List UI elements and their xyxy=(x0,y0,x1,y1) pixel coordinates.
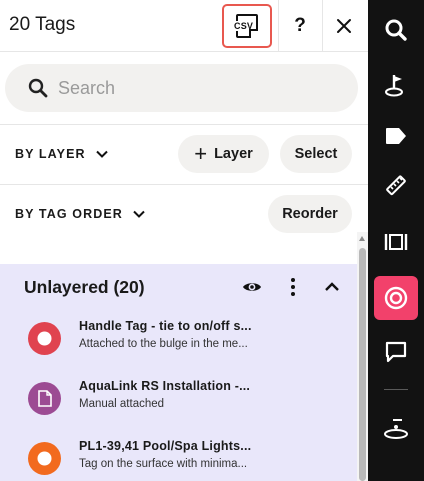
rail-add-tag-button[interactable] xyxy=(374,64,418,108)
by-layer-dropdown[interactable]: BY LAYER xyxy=(15,147,108,161)
csv-file-icon: CSV xyxy=(233,14,258,38)
dot-marker-icon xyxy=(28,442,61,475)
rail-search-button[interactable] xyxy=(374,8,418,52)
add-layer-label: Layer xyxy=(214,146,253,162)
close-button[interactable] xyxy=(322,0,366,52)
close-icon xyxy=(337,19,351,33)
document-icon xyxy=(28,382,61,415)
chevron-down-icon xyxy=(95,150,108,158)
tag-pin-icon xyxy=(385,75,403,97)
dot-marker-icon xyxy=(28,322,61,355)
reorder-button[interactable]: Reorder xyxy=(268,195,352,233)
ruler-icon xyxy=(386,175,406,196)
chevron-up-icon[interactable] xyxy=(322,278,342,296)
floor-level-icon xyxy=(384,419,408,439)
chevron-down-icon xyxy=(133,210,145,218)
by-layer-label: BY LAYER xyxy=(15,147,86,161)
rail-divider xyxy=(384,389,408,390)
rail-tags-button[interactable] xyxy=(374,114,418,158)
section-divider xyxy=(0,124,368,125)
rail-floors-button[interactable] xyxy=(374,406,418,450)
tag-subtitle: Manual attached xyxy=(79,398,165,410)
rail-comments-button[interactable] xyxy=(374,330,418,374)
eye-icon[interactable] xyxy=(242,280,262,294)
help-button[interactable]: ? xyxy=(278,0,322,52)
reorder-label: Reorder xyxy=(282,206,338,222)
export-csv-button[interactable]: CSV xyxy=(222,4,272,48)
panel-title: 20 Tags xyxy=(9,14,76,35)
tags-panel: 20 Tags CSV ? BY LAYER xyxy=(0,0,368,481)
help-icon: ? xyxy=(294,15,306,36)
comment-icon xyxy=(385,341,407,363)
tag-title: AquaLink RS Installation -... xyxy=(79,379,251,393)
section-divider xyxy=(0,184,368,185)
rail-measure-button[interactable] xyxy=(374,164,418,208)
layer-group-title: Unlayered (20) xyxy=(24,277,145,297)
layer-group-unlayered: Unlayered (20) Handle Tag - tie to on/of… xyxy=(0,264,357,481)
by-tag-order-dropdown[interactable]: BY TAG ORDER xyxy=(15,207,145,221)
add-layer-button[interactable]: + Layer xyxy=(178,135,269,173)
csv-icon-label: CSV xyxy=(233,21,255,31)
tag-list-item[interactable]: AquaLink RS Installation -... Manual att… xyxy=(0,379,357,439)
panel-header: 20 Tags CSV ? xyxy=(0,0,368,52)
scroll-up-arrow-icon[interactable] xyxy=(359,236,365,241)
rail-tags-active-button[interactable] xyxy=(374,276,418,320)
select-button[interactable]: Select xyxy=(280,135,352,173)
plus-icon: + xyxy=(194,141,208,166)
tag-title: Handle Tag - tie to on/off s... xyxy=(79,319,252,333)
search-icon xyxy=(385,19,407,41)
tag-list-item[interactable]: PL1-39,41 Pool/Spa Lights... Tag on the … xyxy=(0,439,357,481)
scan-frame-icon xyxy=(384,234,408,250)
tag-title: PL1-39,41 Pool/Spa Lights... xyxy=(79,439,252,453)
search-box[interactable] xyxy=(5,64,358,112)
tag-icon xyxy=(386,128,406,144)
tool-rail xyxy=(368,0,424,481)
scrollbar-thumb[interactable] xyxy=(359,248,366,481)
tag-subtitle: Tag on the surface with minima... xyxy=(79,458,248,470)
tag-subtitle: Attached to the bulge in the me... xyxy=(79,338,248,350)
search-icon xyxy=(27,77,49,99)
search-input[interactable] xyxy=(58,77,338,99)
target-rings-icon xyxy=(384,286,408,310)
more-options-icon[interactable] xyxy=(283,276,303,298)
select-label: Select xyxy=(294,146,338,162)
tag-list-item[interactable]: Handle Tag - tie to on/off s... Attached… xyxy=(0,319,357,379)
by-tag-order-label: BY TAG ORDER xyxy=(15,207,123,221)
rail-views-button[interactable] xyxy=(374,220,418,264)
